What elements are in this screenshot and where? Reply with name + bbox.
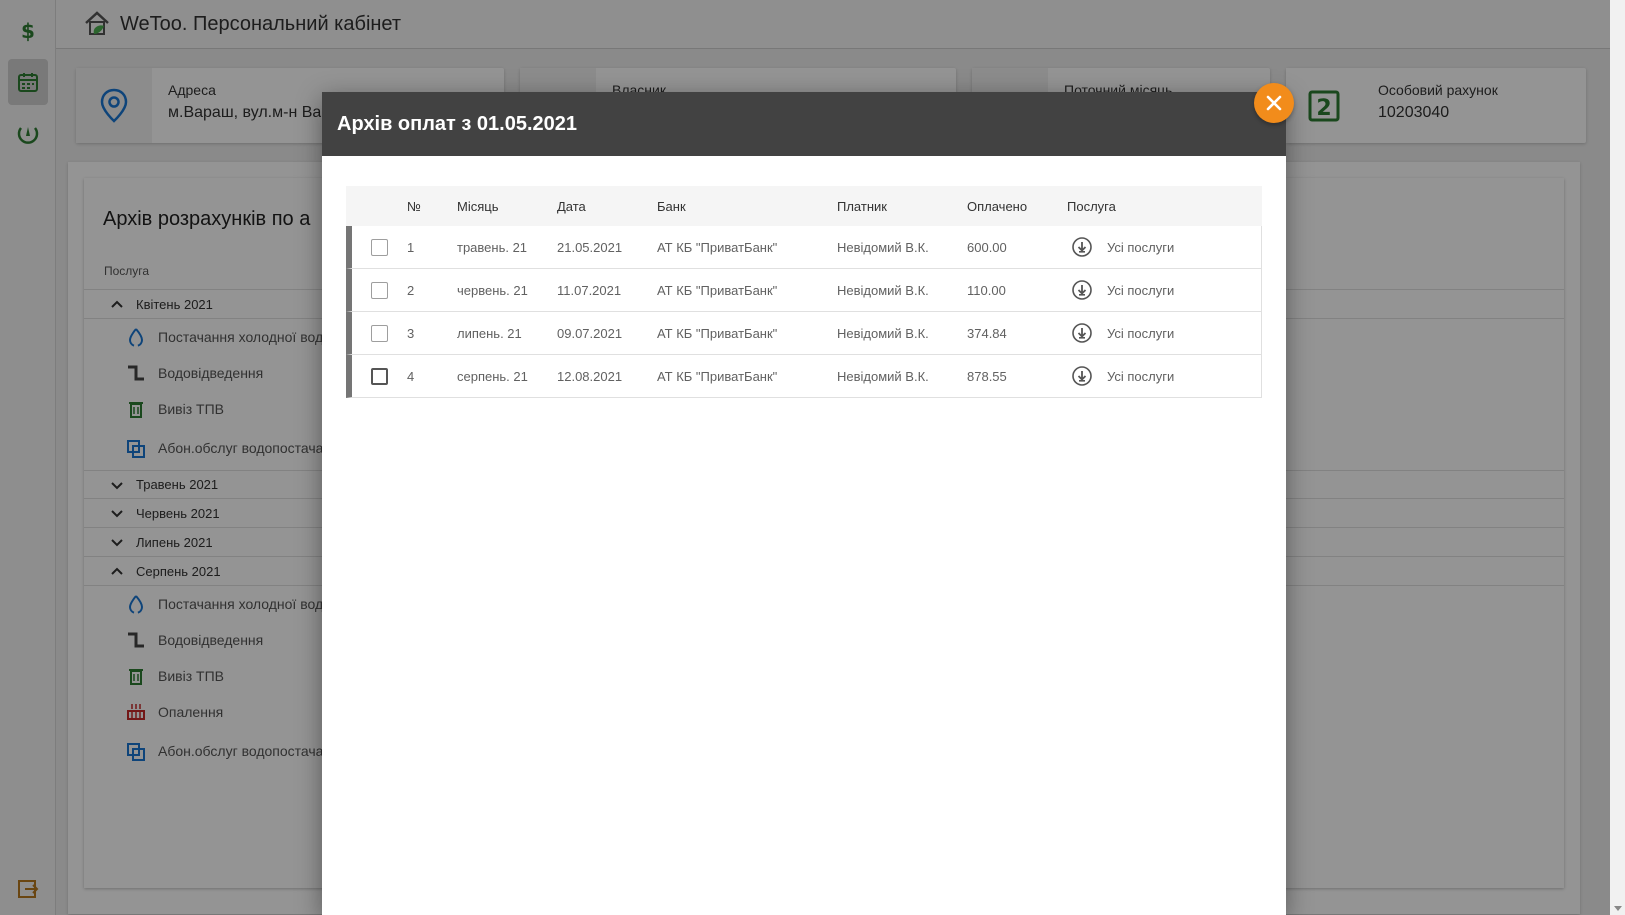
table-row[interactable]: 4 серпень. 21 12.08.2021 АТ КБ "ПриватБа… bbox=[346, 355, 1262, 398]
download-icon[interactable] bbox=[1071, 322, 1093, 344]
row-checkbox[interactable] bbox=[371, 238, 388, 256]
page-scrollbar[interactable] bbox=[1610, 0, 1625, 915]
row-checkbox[interactable] bbox=[371, 324, 388, 342]
col-service: Послуга bbox=[1067, 198, 1116, 214]
col-bank: Банк bbox=[657, 198, 686, 214]
table-row[interactable]: 2 червень. 21 11.07.2021 АТ КБ "ПриватБа… bbox=[346, 269, 1262, 312]
modal-close-button[interactable] bbox=[1254, 83, 1294, 123]
payments-archive-modal: Архів оплат з 01.05.2021 № Місяць Дата Б… bbox=[322, 92, 1286, 915]
row-checkbox[interactable] bbox=[371, 281, 388, 299]
modal-header: Архів оплат з 01.05.2021 bbox=[322, 92, 1286, 156]
payments-table: № Місяць Дата Банк Платник Оплачено Посл… bbox=[346, 186, 1262, 398]
table-row[interactable]: 1 травень. 21 21.05.2021 АТ КБ "ПриватБа… bbox=[346, 226, 1262, 269]
scroll-down-arrow-icon[interactable] bbox=[1614, 906, 1622, 911]
close-icon bbox=[1266, 95, 1282, 111]
col-month: Місяць bbox=[457, 198, 499, 214]
download-icon[interactable] bbox=[1071, 279, 1093, 301]
modal-title: Архів оплат з 01.05.2021 bbox=[337, 112, 577, 135]
col-num: № bbox=[407, 198, 421, 214]
col-payer: Платник bbox=[837, 198, 887, 214]
col-date: Дата bbox=[557, 198, 586, 214]
col-paid: Оплачено bbox=[967, 198, 1028, 214]
table-row[interactable]: 3 липень. 21 09.07.2021 АТ КБ "ПриватБан… bbox=[346, 312, 1262, 355]
table-header: № Місяць Дата Банк Платник Оплачено Посл… bbox=[346, 186, 1262, 226]
download-icon[interactable] bbox=[1071, 365, 1093, 387]
download-icon[interactable] bbox=[1071, 236, 1093, 258]
row-checkbox[interactable] bbox=[371, 367, 388, 385]
